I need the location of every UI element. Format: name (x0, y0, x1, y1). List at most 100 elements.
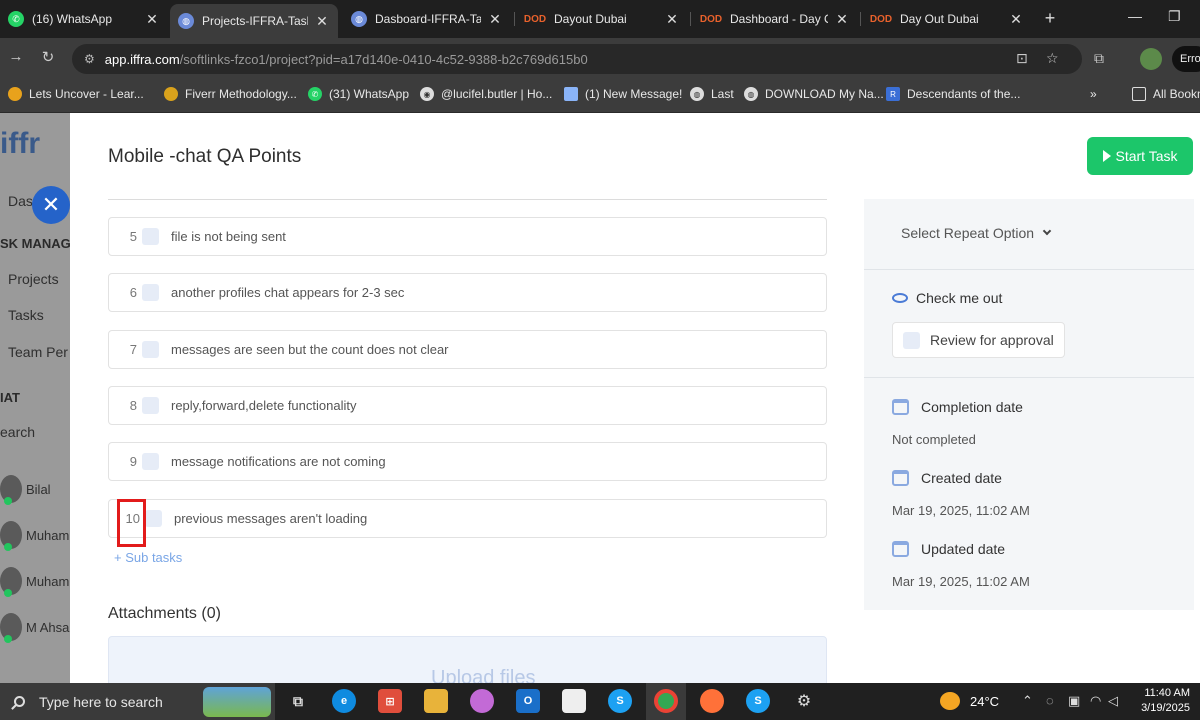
volume-icon[interactable]: ◁ (1108, 693, 1118, 709)
bookmark-item[interactable]: R Descendants of the... (886, 87, 1020, 101)
bookmark-favicon-icon (8, 87, 22, 101)
subtask-checkbox[interactable] (142, 453, 159, 470)
close-tab-icon[interactable]: ✕ (1008, 11, 1024, 28)
firefox-icon[interactable] (700, 689, 724, 713)
chevron-down-icon (1042, 226, 1052, 236)
subtask-row[interactable]: 9 message notifications are not coming (108, 442, 827, 481)
document-icon[interactable] (562, 689, 586, 713)
subtask-checkbox[interactable] (142, 397, 159, 414)
close-tab-icon[interactable]: ✕ (487, 11, 503, 28)
restore-icon[interactable]: ❐ (1168, 8, 1181, 25)
wifi-icon[interactable]: ◠ (1090, 693, 1101, 709)
updated-date-value: Mar 19, 2025, 11:02 AM (892, 574, 1030, 589)
file-explorer-icon[interactable] (424, 689, 448, 713)
forward-icon[interactable]: → (6, 48, 26, 65)
tab-dayout-dubai[interactable]: DOD Dayout Dubai ✕ (516, 0, 688, 38)
store-icon[interactable]: ⊞ (378, 689, 402, 713)
close-tab-icon[interactable]: ✕ (664, 11, 680, 28)
updated-date-label: Updated date (892, 541, 1005, 557)
upload-files-label: Upload files (431, 667, 536, 683)
bookmark-item[interactable]: (1) New Message! (564, 87, 682, 101)
url-host: app.iffra.com (104, 51, 180, 67)
bookmark-item[interactable]: Lets Uncover - Lear... (8, 87, 144, 101)
chrome-icon[interactable] (654, 689, 678, 713)
skype-icon[interactable]: S (746, 689, 770, 713)
extensions-icon[interactable]: ⧉ (1094, 50, 1104, 67)
calendar-icon (892, 541, 909, 557)
subtask-row[interactable]: 5 file is not being sent (108, 217, 827, 256)
subtask-row[interactable]: 7 messages are seen but the count does n… (108, 330, 827, 369)
attachments-heading: Attachments (0) (108, 605, 221, 622)
chat-user[interactable]: M Ahsan (0, 613, 70, 643)
tab-dashboard-iffra[interactable]: ◍ Dasboard-IFFRA-Task ✕ (343, 0, 511, 38)
new-tab-icon[interactable]: + (1040, 8, 1060, 29)
highlight-annotation (117, 499, 146, 547)
close-tab-icon[interactable]: ✕ (144, 11, 160, 28)
profile-error-chip[interactable]: Erro (1172, 46, 1200, 72)
sidebar-item-tasks[interactable]: Tasks (8, 307, 44, 323)
add-subtask-link[interactable]: + Sub tasks (114, 550, 182, 565)
display-icon[interactable]: ▣ (1068, 693, 1080, 709)
close-tab-icon[interactable]: ✕ (314, 13, 330, 30)
chat-user[interactable]: Muhamm (0, 521, 70, 551)
microphone-icon[interactable]: ◌ (1046, 693, 1054, 708)
close-icon: ✕ (41, 192, 61, 217)
subtask-row[interactable]: 8 reply,forward,delete functionality (108, 386, 827, 425)
bookmark-item[interactable]: ◍ DOWNLOAD My Na... (744, 87, 884, 101)
sidebar-item-projects[interactable]: Projects (8, 271, 59, 287)
repeat-option-select[interactable]: Select Repeat Option (901, 225, 1052, 241)
tab-projects-iffra[interactable]: ◍ Projects-IFFRA-Task P ✕ (170, 4, 338, 38)
review-for-approval-checkbox[interactable]: Review for approval (892, 322, 1065, 358)
reload-icon[interactable]: ↻ (38, 48, 58, 66)
bookmark-item[interactable]: ✆ (31) WhatsApp (308, 87, 409, 101)
subtask-checkbox[interactable] (142, 284, 159, 301)
bookmark-item[interactable]: Fiverr Methodology... (164, 87, 297, 101)
chat-user[interactable]: Muhamm (0, 567, 70, 597)
sidebar-section-chat: IAT (0, 390, 20, 405)
search-highlight-image (203, 687, 271, 717)
upload-dropzone[interactable]: Upload files (108, 636, 827, 683)
site-settings-icon[interactable]: ⚙ (84, 52, 95, 66)
profile-avatar[interactable] (1140, 48, 1162, 70)
tab-day-out-dubai[interactable]: DOD Day Out Dubai ✕ (862, 0, 1032, 38)
chevron-up-icon[interactable]: ⌃ (1022, 693, 1033, 709)
subtask-row[interactable]: 10 previous messages aren't loading (108, 499, 827, 538)
globe-icon: ◍ (178, 13, 194, 29)
settings-gear-icon[interactable]: ⚙ (792, 689, 816, 713)
bookmark-item[interactable]: ◉ @lucifel.butler | Ho... (420, 87, 552, 101)
subtask-number: 7 (129, 342, 137, 357)
weather-widget[interactable]: 24°C (940, 692, 999, 710)
sidebar-item-team-performance[interactable]: Team Per (8, 344, 68, 360)
start-task-button[interactable]: Start Task (1087, 137, 1193, 175)
completion-date-value: Not completed (892, 432, 976, 447)
task-view-icon[interactable]: ⧉ (286, 689, 310, 713)
close-tab-icon[interactable]: ✕ (834, 11, 850, 28)
minimize-icon[interactable]: — (1128, 8, 1142, 24)
subtask-checkbox[interactable] (145, 510, 162, 527)
sidebar-search[interactable]: earch (0, 424, 35, 440)
tab-whatsapp[interactable]: ✆ (16) WhatsApp ✕ (0, 0, 168, 38)
taskbar-search[interactable]: Type here to search (0, 683, 275, 720)
subtask-checkbox[interactable] (142, 228, 159, 245)
all-bookmarks[interactable]: All Bookm (1132, 87, 1200, 101)
address-bar[interactable]: ⚙ app.iffra.com /softlinks-fzco1/project… (72, 44, 1082, 74)
copilot-icon[interactable] (470, 689, 494, 713)
sidebar-item-dashboard[interactable]: Das (8, 193, 33, 209)
checkbox[interactable] (903, 331, 920, 349)
edge-icon[interactable]: e (332, 689, 356, 713)
created-date-label: Created date (892, 470, 1002, 486)
close-modal-button[interactable]: ✕ (32, 186, 70, 224)
bookmark-item[interactable]: ◍ Last (690, 87, 734, 101)
more-bookmarks-icon[interactable]: » (1090, 87, 1097, 101)
tab-dashboard-dayout[interactable]: DOD Dashboard - Day Out ✕ (692, 0, 858, 38)
skype-icon[interactable]: S (608, 689, 632, 713)
install-app-icon[interactable]: ⊡ (1016, 50, 1028, 67)
bookmark-star-icon[interactable]: ☆ (1046, 50, 1059, 67)
subtask-text: messages are seen but the count does not… (171, 342, 449, 357)
play-icon (1102, 150, 1111, 162)
subtask-row[interactable]: 6 another profiles chat appears for 2-3 … (108, 273, 827, 312)
outlook-icon[interactable]: O (516, 689, 540, 713)
chat-user[interactable]: Bilal (0, 475, 51, 505)
subtask-checkbox[interactable] (142, 341, 159, 358)
system-clock[interactable]: 11:40 AM 3/19/2025 (1120, 686, 1190, 716)
